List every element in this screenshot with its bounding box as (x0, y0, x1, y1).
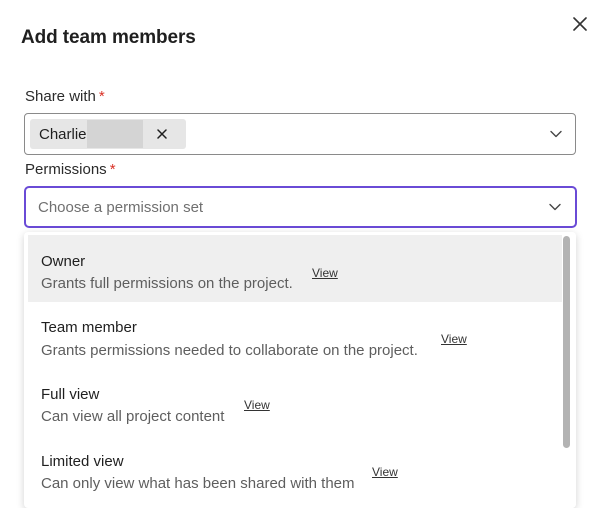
share-with-label: Share with * (25, 88, 105, 105)
close-icon (573, 17, 587, 31)
permission-options-listbox: Owner Grants full permissions on the pro… (24, 232, 576, 508)
permissions-label-text: Permissions (25, 161, 107, 178)
scrollbar-thumb[interactable] (563, 236, 570, 448)
option-title: Owner (41, 253, 86, 270)
share-with-input[interactable]: Charlie (24, 113, 576, 155)
permission-set-placeholder: Choose a permission set (38, 199, 204, 216)
add-team-members-dialog: Add team members Share with * Charlie Per… (0, 0, 600, 508)
option-description: Can only view what has been shared with … (41, 475, 355, 492)
close-icon (157, 129, 167, 139)
member-chip: Charlie (30, 119, 186, 149)
option-owner[interactable]: Owner Grants full permissions on the pro… (28, 235, 562, 302)
option-description: Grants full permissions on the project. (41, 275, 293, 292)
option-description: Grants permissions needed to collaborate… (41, 342, 418, 359)
permission-dropdown-toggle[interactable] (548, 200, 562, 214)
option-description: Can view all project content (41, 408, 225, 425)
chevron-down-icon (549, 203, 561, 211)
dialog-title: Add team members (21, 27, 196, 48)
option-full-view[interactable]: Full view Can view all project content V… (28, 369, 562, 436)
permissions-label: Permissions * (25, 161, 116, 178)
option-title: Full view (41, 386, 100, 403)
required-mark: * (98, 88, 105, 105)
permission-set-select[interactable]: Choose a permission set (24, 186, 577, 228)
required-mark: * (109, 161, 116, 178)
view-owner-link[interactable]: View (312, 266, 338, 280)
chevron-down-icon (550, 130, 562, 138)
option-limited-view[interactable]: Limited view Can only view what has been… (28, 436, 562, 503)
remove-member-button[interactable] (144, 119, 180, 149)
close-button[interactable] (568, 12, 592, 36)
view-limited-view-link[interactable]: View (372, 465, 398, 479)
share-with-label-text: Share with (25, 88, 96, 105)
share-with-dropdown-toggle[interactable] (549, 127, 563, 141)
view-full-view-link[interactable]: View (244, 398, 270, 412)
member-chip-name: Charlie (39, 125, 87, 143)
redacted-name (87, 120, 143, 148)
view-team-member-link[interactable]: View (441, 332, 467, 346)
option-title: Limited view (41, 453, 124, 470)
option-title: Team member (41, 319, 137, 336)
option-team-member[interactable]: Team member Grants permissions needed to… (28, 302, 562, 369)
